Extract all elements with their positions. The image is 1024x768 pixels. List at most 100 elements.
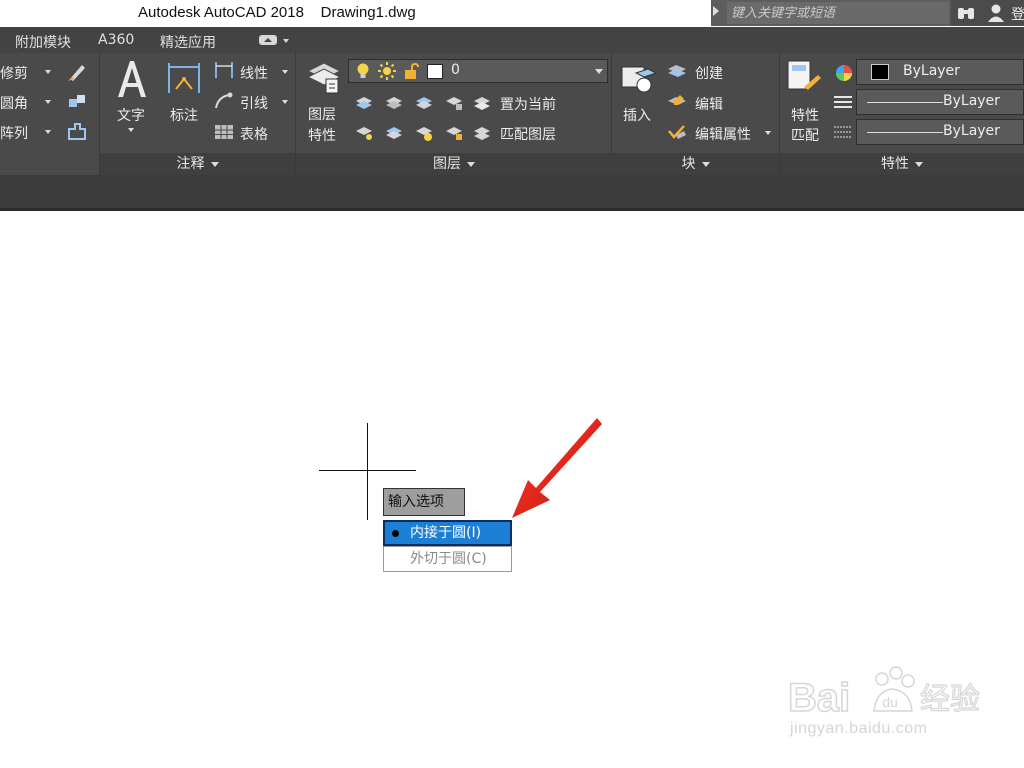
search-expand-icon[interactable] xyxy=(713,6,719,16)
layer-freeze-icon[interactable] xyxy=(414,93,434,113)
layer-unlock-icon[interactable] xyxy=(444,123,464,143)
lineweight-dropdown[interactable]: ByLayer xyxy=(856,119,1024,145)
linear-dimension-icon[interactable] xyxy=(213,60,235,80)
red-arrow-annotation-icon xyxy=(512,418,602,518)
command-prompt-label: 输入选项 xyxy=(383,488,465,516)
edit-attributes-dropdown-icon[interactable] xyxy=(765,131,771,135)
search-input[interactable] xyxy=(727,2,949,24)
match-properties-icon[interactable] xyxy=(786,59,822,97)
properties-panel-footer[interactable]: 特性 xyxy=(780,153,1024,175)
linetype-icon[interactable] xyxy=(832,94,854,112)
option-circumscribed[interactable]: 外切于圆(C) xyxy=(383,546,512,572)
option-circumscribed-label: 外切于圆(C) xyxy=(410,551,487,567)
panel-block: 插入 创建 编辑 编辑属性 块 xyxy=(612,53,780,175)
table-icon[interactable] xyxy=(213,123,235,141)
array-dropdown-icon[interactable] xyxy=(45,130,51,134)
set-current-button[interactable]: 置为当前 xyxy=(500,94,556,114)
svg-text:经验: 经验 xyxy=(920,682,980,717)
layer-lock-icon[interactable] xyxy=(444,93,464,113)
leader-dropdown-icon[interactable] xyxy=(282,100,288,104)
linetype-preview xyxy=(867,102,943,103)
create-button[interactable]: 创建 xyxy=(695,63,723,83)
layer-thaw-icon[interactable] xyxy=(414,123,434,143)
titlebar-tools: 登 xyxy=(951,0,1024,26)
insert-button[interactable]: 插入 xyxy=(623,105,651,125)
insert-block-icon[interactable] xyxy=(620,59,658,95)
fillet-dropdown-icon[interactable] xyxy=(45,100,51,104)
leader-icon[interactable] xyxy=(213,91,235,111)
layer-properties-label-2[interactable]: 特性 xyxy=(308,125,336,145)
explode-icon[interactable] xyxy=(66,91,88,113)
erase-brush-icon[interactable] xyxy=(66,61,88,83)
lineweight-value: ByLayer xyxy=(943,123,1000,139)
current-layer-value: 0 xyxy=(451,62,460,78)
user-icon[interactable] xyxy=(987,3,1005,23)
layer-on-icon[interactable] xyxy=(354,123,374,143)
edit-button[interactable]: 编辑 xyxy=(695,94,723,114)
lineweight-preview xyxy=(867,132,943,133)
color-wheel-icon[interactable] xyxy=(834,63,854,83)
layer-off-icon[interactable] xyxy=(354,93,374,113)
panel-modify: 修剪 圆角 阵列 xyxy=(0,53,100,175)
dimension-button[interactable]: 标注 xyxy=(170,105,198,125)
annotation-panel-footer[interactable]: 注释 xyxy=(100,153,295,175)
layer-dropdown[interactable]: 0 xyxy=(348,59,608,83)
layer-color-swatch xyxy=(427,64,443,79)
color-swatch xyxy=(871,64,889,80)
unlock-icon[interactable] xyxy=(403,63,421,81)
trim-button[interactable]: 修剪 xyxy=(0,63,28,83)
linetype-value: ByLayer xyxy=(943,93,1000,109)
edit-attributes-button[interactable]: 编辑属性 xyxy=(695,124,751,144)
sun-icon[interactable] xyxy=(377,61,397,81)
text-a-icon[interactable] xyxy=(114,59,150,99)
ribbon: 修剪 圆角 阵列 文字 标注 线性 引线 表格 注释 图层 特性 0 置为当前 … xyxy=(0,53,1024,175)
array-button[interactable]: 阵列 xyxy=(0,123,28,143)
set-current-layer-icon[interactable] xyxy=(472,93,492,113)
tab-addins[interactable]: 附加模块 xyxy=(15,32,71,52)
ribbon-minimize-icon[interactable] xyxy=(258,33,290,47)
file-tab-strip xyxy=(0,175,1024,211)
svg-text:Bai: Bai xyxy=(788,676,850,720)
option-inscribed[interactable]: 内接于圆(I) xyxy=(383,520,512,546)
text-dropdown-icon[interactable] xyxy=(128,128,134,132)
table-button[interactable]: 表格 xyxy=(240,124,268,144)
match-properties-label-1[interactable]: 特性 xyxy=(791,105,819,125)
offset-icon[interactable] xyxy=(66,121,88,143)
linetype-dropdown[interactable]: ByLayer xyxy=(856,89,1024,115)
match-layer-icon[interactable] xyxy=(472,123,492,143)
match-layer-button[interactable]: 匹配图层 xyxy=(500,124,556,144)
panel-annotation: 文字 标注 线性 引线 表格 注释 xyxy=(100,53,296,175)
layer-isolate-icon[interactable] xyxy=(384,93,404,113)
layer-dropdown-caret-icon[interactable] xyxy=(595,69,603,74)
layer-properties-label-1[interactable]: 图层 xyxy=(308,104,336,124)
search-box xyxy=(711,0,951,26)
tab-featured-apps[interactable]: 精选应用 xyxy=(160,32,216,52)
leader-button[interactable]: 引线 xyxy=(240,93,268,113)
block-panel-footer[interactable]: 块 xyxy=(612,153,779,175)
selected-bullet-icon xyxy=(392,530,399,537)
color-value: ByLayer xyxy=(903,63,960,79)
window-title: Autodesk AutoCAD 2018 Drawing1.dwg xyxy=(138,4,416,21)
layers-panel-footer[interactable]: 图层 xyxy=(296,153,612,175)
text-button[interactable]: 文字 xyxy=(117,105,145,125)
tab-a360[interactable]: A360 xyxy=(98,32,134,48)
layer-properties-icon[interactable] xyxy=(306,59,342,95)
login-label[interactable]: 登 xyxy=(1011,4,1024,24)
fillet-button[interactable]: 圆角 xyxy=(0,93,28,113)
trim-dropdown-icon[interactable] xyxy=(45,70,51,74)
color-dropdown[interactable]: ByLayer xyxy=(856,59,1024,85)
linear-dropdown-icon[interactable] xyxy=(282,70,288,74)
binoculars-icon[interactable] xyxy=(957,5,975,21)
lineweight-icon[interactable] xyxy=(832,124,854,142)
edit-block-icon[interactable] xyxy=(666,93,688,111)
title-bar: Autodesk AutoCAD 2018 Drawing1.dwg 登 xyxy=(0,0,1024,27)
dimension-icon[interactable] xyxy=(166,59,202,97)
layer-unisolate-icon[interactable] xyxy=(384,123,404,143)
match-properties-label-2[interactable]: 匹配 xyxy=(791,125,819,145)
option-inscribed-label: 内接于圆(I) xyxy=(410,525,482,541)
ribbon-tab-bar: 附加模块 A360 精选应用 xyxy=(0,27,1024,53)
lightbulb-icon[interactable] xyxy=(355,62,371,80)
linear-button[interactable]: 线性 xyxy=(240,63,268,83)
create-block-icon[interactable] xyxy=(666,63,688,81)
edit-attributes-icon[interactable] xyxy=(666,123,688,141)
